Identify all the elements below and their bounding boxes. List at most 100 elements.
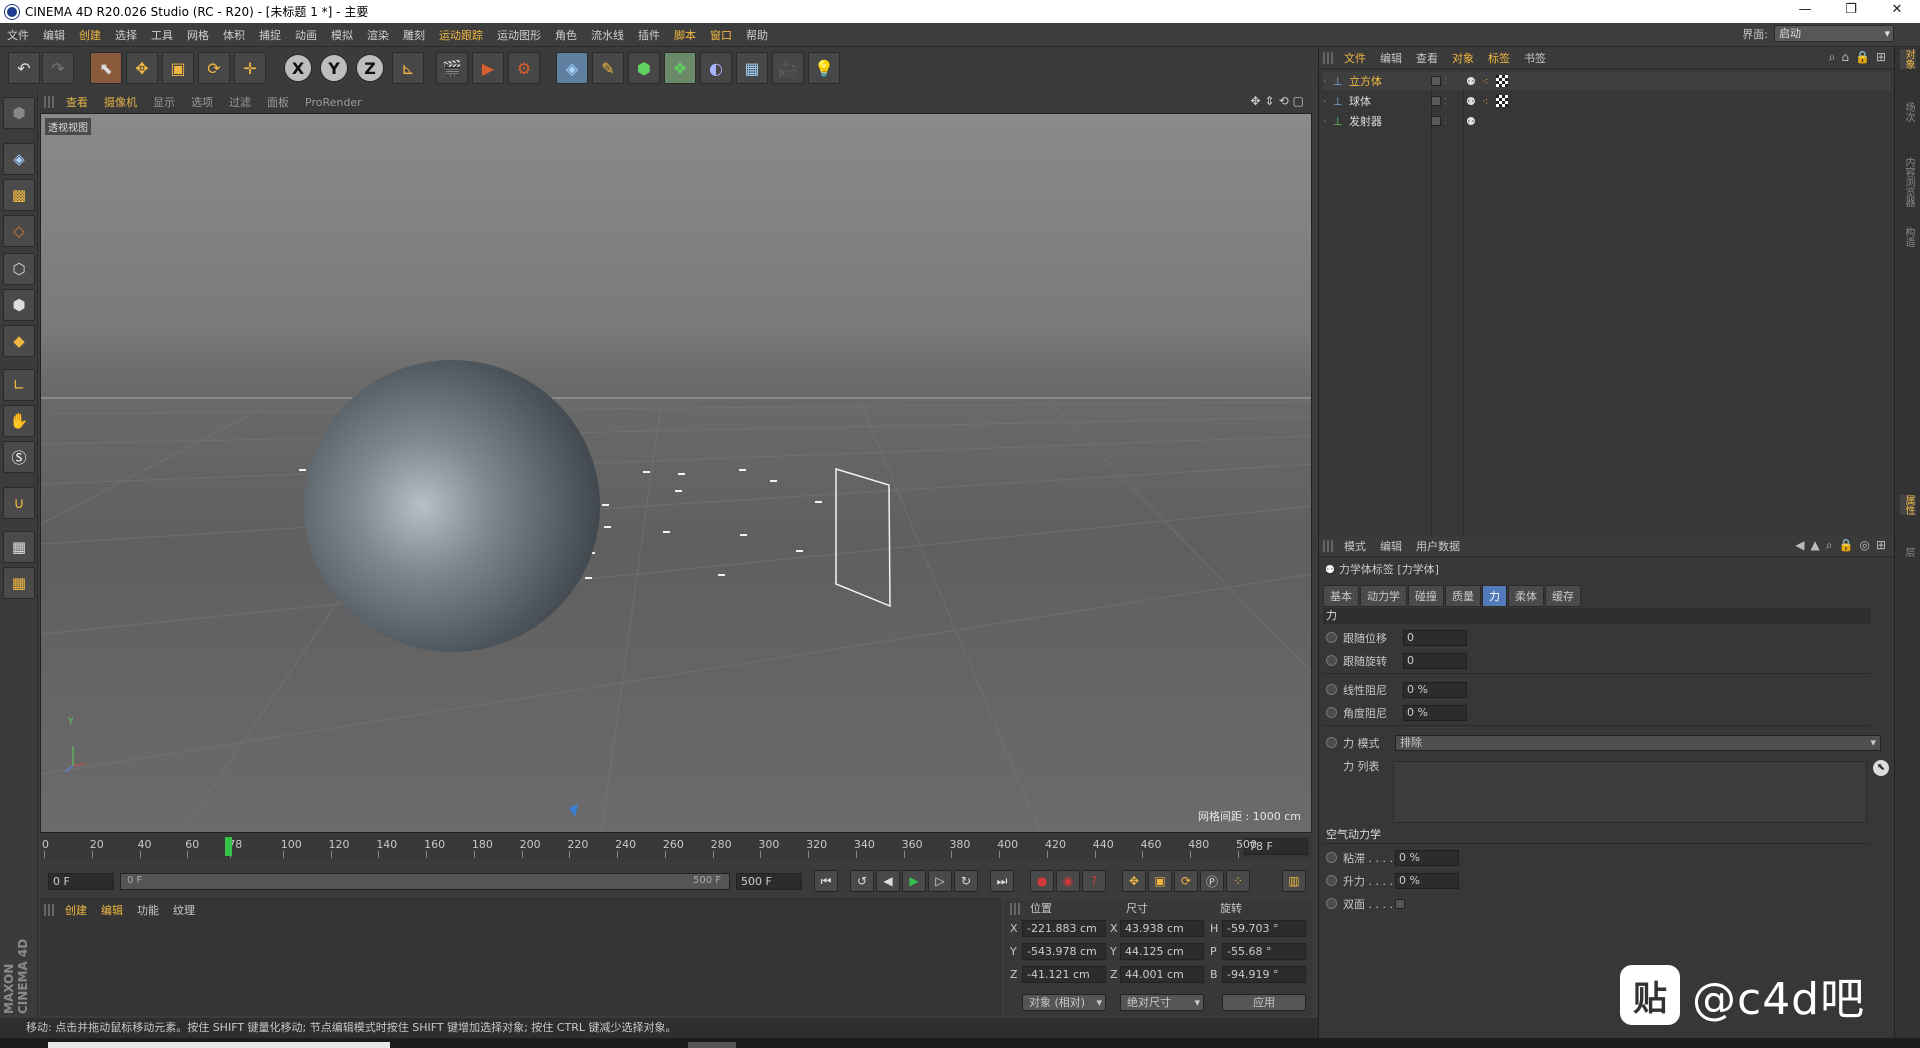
menu-item[interactable]: 帮助 <box>739 27 775 43</box>
timeline-ruler[interactable]: 78 F 0 20 40 60 78 100 120 140 160 180 200 220 240 26… <box>40 835 1312 858</box>
position-input[interactable]: -543.978 cm <box>1022 943 1106 960</box>
menu-item[interactable]: 编辑 <box>36 27 72 43</box>
zoom-view-icon[interactable]: ⇕ <box>1265 94 1275 108</box>
menu-item[interactable]: 运动跟踪 <box>432 27 490 43</box>
workplane-icon[interactable]: ◇ <box>3 215 35 247</box>
x-axis-icon[interactable]: X <box>284 54 312 82</box>
viewport-menu-item[interactable]: 过滤 <box>221 94 259 110</box>
object-menu-item[interactable]: 书签 <box>1517 50 1553 66</box>
polygons-mode-icon[interactable]: ◆ <box>3 325 35 357</box>
menu-item[interactable]: 脚本 <box>667 27 703 43</box>
search-icon[interactable]: ⌕ <box>1829 50 1836 65</box>
dynamics-tag-icon[interactable]: ⚉ <box>1466 95 1482 108</box>
menu-item[interactable]: 渲染 <box>360 27 396 43</box>
z-axis-icon[interactable]: Z <box>356 54 384 82</box>
object-row[interactable]: · ⊥ 立方体 ⁚ ⚉ ⁖ <box>1323 72 1891 90</box>
live-select-icon[interactable]: ✛ <box>234 52 266 84</box>
up-arrow-icon[interactable]: ▲ <box>1811 538 1820 553</box>
coord-system-icon[interactable]: ⊾ <box>392 52 424 84</box>
menu-item[interactable]: 选择 <box>108 27 144 43</box>
prev-key-icon[interactable]: ↺ <box>850 870 874 892</box>
move-icon[interactable]: ✥ <box>126 52 158 84</box>
attribute-menu-item[interactable]: 编辑 <box>1373 538 1409 554</box>
attribute-tab[interactable]: 力 <box>1482 585 1507 607</box>
object-name[interactable]: 球体 <box>1349 93 1431 109</box>
dynamics-tag-icon[interactable]: ⚉ <box>1466 75 1482 88</box>
menu-item[interactable]: 模拟 <box>324 27 360 43</box>
follow-rotation-input[interactable]: 0 <box>1403 652 1467 669</box>
angular-damping-input[interactable]: 0 % <box>1403 704 1467 721</box>
attribute-tab[interactable]: 碰撞 <box>1408 585 1444 607</box>
points-mode-icon[interactable]: ⬡ <box>3 253 35 285</box>
pick-object-icon[interactable]: ⬉ <box>1873 760 1889 776</box>
rotation-input[interactable]: -55.68 ° <box>1222 943 1306 960</box>
object-row[interactable]: · ⊥ 发射器 ⁚ ⚉ <box>1323 112 1891 130</box>
light-icon[interactable]: 💡 <box>808 52 840 84</box>
scale-icon[interactable]: ▣ <box>162 52 194 84</box>
menu-item[interactable]: 工具 <box>144 27 180 43</box>
layer-visibility-icon[interactable] <box>1431 76 1441 86</box>
particle-tag-icon[interactable]: ⁖ <box>1482 75 1496 88</box>
follow-position-input[interactable]: 0 <box>1403 629 1467 646</box>
viewport-menu-item[interactable]: 选项 <box>183 94 221 110</box>
solo-icon[interactable]: Ⓢ <box>3 441 35 473</box>
lift-input[interactable]: 0 % <box>1395 872 1459 889</box>
workplane-lock-icon[interactable]: ▦ <box>3 531 35 563</box>
viewport-menu-item[interactable]: 摄像机 <box>96 94 145 110</box>
pen-icon[interactable]: ✎ <box>592 52 624 84</box>
toggle-view-icon[interactable]: ▢ <box>1293 94 1304 108</box>
apply-button[interactable]: 应用 <box>1222 994 1306 1011</box>
menu-item[interactable]: 网格 <box>180 27 216 43</box>
visibility-dots-icon[interactable]: ⁚ <box>1444 77 1466 86</box>
attribute-tab[interactable]: 动力学 <box>1360 585 1407 607</box>
array-icon[interactable]: ❖ <box>664 52 696 84</box>
render-picture-queue-icon[interactable]: ▶ <box>472 52 504 84</box>
rotate-view-icon[interactable]: ⟲ <box>1279 94 1289 108</box>
particle-tag-icon[interactable]: ⁖ <box>1482 95 1496 108</box>
menu-item[interactable]: 流水线 <box>584 27 631 43</box>
menu-item[interactable]: 雕刻 <box>396 27 432 43</box>
rotation-input[interactable]: -94.919 ° <box>1222 966 1306 983</box>
object-name[interactable]: 立方体 <box>1349 73 1431 89</box>
coord-mode-dropdown[interactable]: 对象 (相对) ▾ <box>1022 994 1106 1011</box>
two-sided-checkbox[interactable] <box>1395 898 1405 909</box>
right-side-tab[interactable]: 构造 <box>1900 227 1916 247</box>
emitter-object[interactable] <box>835 467 891 608</box>
render-settings-icon[interactable]: ⚙ <box>508 52 540 84</box>
attribute-menu-item[interactable]: 模式 <box>1337 538 1373 554</box>
attribute-tab[interactable]: 基本 <box>1323 585 1359 607</box>
camera-icon[interactable]: 🎥 <box>772 52 804 84</box>
object-menu-item[interactable]: 文件 <box>1337 50 1373 66</box>
move-view-icon[interactable]: ✥ <box>1250 94 1260 108</box>
animate-radio[interactable] <box>1326 875 1337 886</box>
menu-item[interactable]: 运动图形 <box>490 27 548 43</box>
linear-damping-input[interactable]: 0 % <box>1403 681 1467 698</box>
make-editable-icon[interactable]: ⬢ <box>3 97 35 129</box>
autokey-icon[interactable]: ◉ <box>1056 870 1080 892</box>
prev-frame-icon[interactable]: ◀ <box>876 870 900 892</box>
object-row[interactable]: · ⊥ 球体 ⁚ ⚉ ⁖ <box>1323 92 1891 110</box>
size-input[interactable]: 44.125 cm <box>1120 943 1204 960</box>
sphere-object[interactable] <box>304 360 600 652</box>
animate-radio[interactable] <box>1326 707 1337 718</box>
attribute-tab[interactable]: 质量 <box>1445 585 1481 607</box>
layer-visibility-icon[interactable] <box>1431 96 1441 106</box>
material-menu-item[interactable]: 纹理 <box>166 902 202 918</box>
texture-tag-icon[interactable] <box>1496 95 1508 107</box>
layer-visibility-icon[interactable] <box>1431 116 1441 126</box>
minimize-button[interactable]: — <box>1782 0 1828 23</box>
attribute-menu-item[interactable]: 用户数据 <box>1409 538 1467 554</box>
subdivision-icon[interactable]: ⬢ <box>628 52 660 84</box>
scale-key-icon[interactable]: ▣ <box>1148 870 1172 892</box>
animate-radio[interactable] <box>1326 655 1337 666</box>
snap-icon[interactable]: ∪ <box>3 487 35 519</box>
menu-item[interactable]: 创建 <box>72 27 108 43</box>
deformer-icon[interactable]: ◐ <box>700 52 732 84</box>
floor-icon[interactable]: ▦ <box>736 52 768 84</box>
home-icon[interactable]: ⌂ <box>1841 50 1849 65</box>
y-axis-icon[interactable]: Y <box>320 54 348 82</box>
play-icon[interactable]: ▶ <box>902 870 926 892</box>
rotation-input[interactable]: -59.703 ° <box>1222 920 1306 937</box>
object-menu-item[interactable]: 查看 <box>1409 50 1445 66</box>
right-side-tab[interactable]: 对象 <box>1900 49 1916 69</box>
